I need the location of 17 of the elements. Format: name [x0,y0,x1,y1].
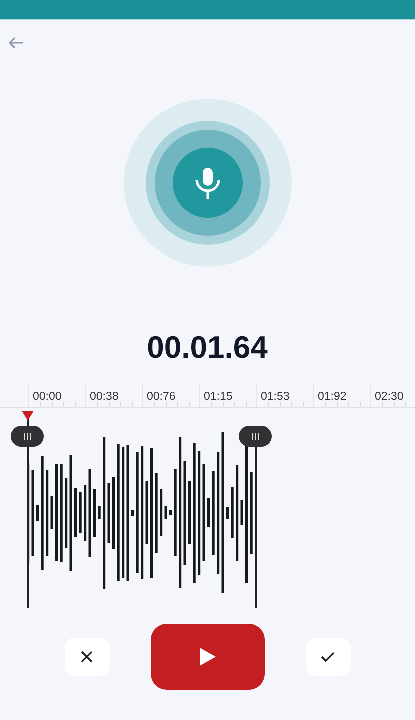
time-label: 02:30 [375,391,404,403]
recording-timer: 00.01.64 [146,330,269,366]
trim-handle[interactable] [11,426,44,447]
microphone-drawing[interactable] [122,98,292,268]
back-button[interactable] [6,34,26,50]
checkmark-icon [321,652,335,662]
play-icon [200,648,216,666]
time-label: 00:38 [90,391,119,403]
time-label: 00:76 [147,391,176,403]
time-label: 00:00 [33,391,62,403]
play-button[interactable] [150,624,264,690]
close-icon [81,651,93,663]
trim-handle[interactable] [239,426,272,447]
time-label: 01:92 [318,391,347,403]
time-label: 01:15 [204,391,233,403]
time-label: 01:53 [261,391,290,403]
cancel-button[interactable] [64,638,110,676]
